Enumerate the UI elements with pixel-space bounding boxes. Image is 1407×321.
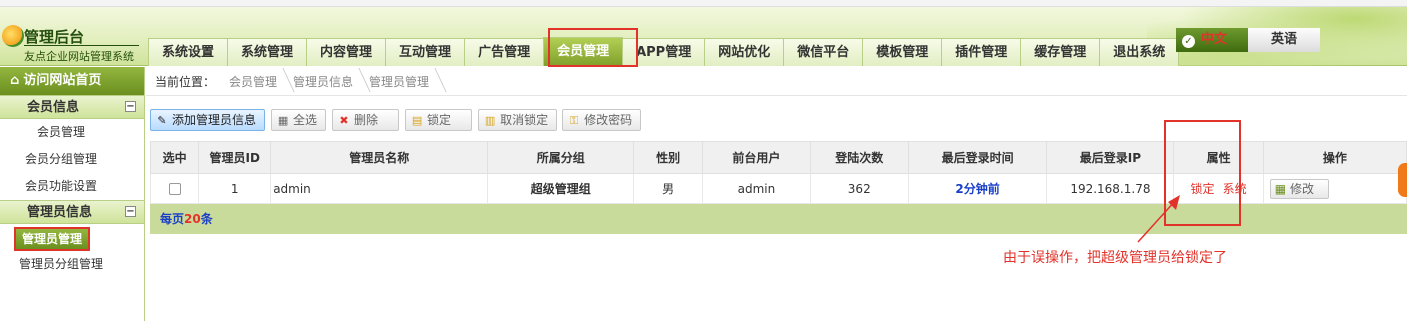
app-header: 管理后台 友点企业网站管理系统 系统设置 系统管理 内容管理 互动管理 广告管理 会员管理… xyxy=(0,7,1407,66)
sidebar-item-admin-group[interactable]: 管理员分组管理 xyxy=(0,251,144,278)
cell-gender: 男 xyxy=(633,173,704,204)
delete-icon: ✖ xyxy=(339,114,349,127)
column-header: 选中 xyxy=(149,141,200,174)
edit-icon: ▦ xyxy=(1274,181,1287,196)
browser-bookmark-bar xyxy=(0,0,1407,7)
main-nav: 系统设置 系统管理 内容管理 互动管理 广告管理 会员管理 APP管理 网站优化 微信平台 模板管… xyxy=(148,37,1180,66)
column-header: 最后登录时间 xyxy=(907,141,1048,174)
lock-button[interactable]: ▤ 锁定 xyxy=(405,109,473,131)
lang-cn-button[interactable]: ✓ 中文 xyxy=(1176,28,1248,52)
nav-highlight-box xyxy=(548,28,638,67)
annotation-text: 由于误操作，把超级管理员给锁定了 xyxy=(1003,250,1227,266)
edit-button[interactable]: ▦ 修改 xyxy=(1269,178,1330,199)
sidebar-item-label: 管理员管理 xyxy=(14,227,91,251)
pager-prefix: 每页 xyxy=(160,212,185,226)
nav-tab[interactable]: 系统设置 xyxy=(148,38,229,66)
home-icon: ⌂ xyxy=(10,73,20,88)
toolbar: ✎ 添加管理员信息 ▦ 全选 ✖ 删除 ▤ 锁定 ▥ 取消锁定 ⚿ 修改密码 xyxy=(150,109,646,131)
change-password-label: 修改密码 xyxy=(584,113,633,127)
lang-cn-label: 中文 xyxy=(1201,32,1228,47)
cell-name: admin xyxy=(270,173,489,204)
breadcrumb-item[interactable]: 管理员管理 xyxy=(365,73,441,90)
section-title: 会员信息 xyxy=(27,100,80,115)
column-header: 管理员ID xyxy=(198,141,272,174)
pager-suffix: 条 xyxy=(200,212,213,226)
sidebar-item-member-group[interactable]: 会员分组管理 xyxy=(0,146,144,173)
nav-tab[interactable]: 内容管理 xyxy=(306,38,387,66)
breadcrumb: 当前位置： 会员管理 管理员信息 管理员管理 xyxy=(146,67,1407,96)
sidebar-section-member[interactable]: 会员信息 − xyxy=(0,95,144,119)
annotation-arrow-icon xyxy=(1137,195,1180,243)
column-header: 性别 xyxy=(633,141,704,174)
edit-label: 修改 xyxy=(1290,181,1315,196)
sidebar-item-admin-manage[interactable]: 管理员管理 xyxy=(0,224,144,251)
section-title: 管理员信息 xyxy=(27,205,93,220)
floating-help-button[interactable] xyxy=(1398,163,1407,197)
logo-divider xyxy=(24,45,139,46)
delete-label: 删除 xyxy=(354,113,379,127)
select-all-label: 全选 xyxy=(293,113,318,127)
nav-tab[interactable]: 微信平台 xyxy=(783,38,864,66)
column-header: 最后登录IP xyxy=(1046,141,1175,174)
sidebar-item-member-settings[interactable]: 会员功能设置 xyxy=(0,173,144,200)
cell-login-count: 362 xyxy=(809,173,909,204)
select-all-button[interactable]: ▦ 全选 xyxy=(271,109,327,131)
nav-tab[interactable]: 退出系统 xyxy=(1099,38,1180,66)
visit-site-link[interactable]: ⌂ 访问网站首页 xyxy=(0,67,144,95)
nav-tab[interactable]: 系统管理 xyxy=(227,38,308,66)
breadcrumb-item[interactable]: 会员管理 xyxy=(225,73,289,90)
unlock-button[interactable]: ▥ 取消锁定 xyxy=(478,109,558,131)
cell-actions: ▦ 修改 xyxy=(1262,173,1407,204)
key-icon: ⚿ xyxy=(569,114,579,127)
app-title: 管理后台 xyxy=(24,28,85,46)
add-admin-label: 添加管理员信息 xyxy=(172,113,257,127)
add-user-icon: ✎ xyxy=(157,114,167,127)
nav-tab[interactable]: 模板管理 xyxy=(862,38,943,66)
unlock-icon: ▥ xyxy=(484,114,496,127)
page-size[interactable]: 20 xyxy=(184,212,201,226)
add-admin-button[interactable]: ✎ 添加管理员信息 xyxy=(150,109,266,131)
row-checkbox[interactable] xyxy=(149,173,200,204)
check-icon: ✓ xyxy=(1182,35,1195,48)
breadcrumb-label: 当前位置： xyxy=(155,74,216,89)
logo: 管理后台 友点企业网站管理系统 xyxy=(0,7,145,66)
collapse-icon[interactable]: − xyxy=(125,206,136,217)
column-header: 操作 xyxy=(1262,141,1407,174)
cell-id: 1 xyxy=(198,173,272,204)
delete-button[interactable]: ✖ 删除 xyxy=(332,109,400,131)
lang-en-button[interactable]: 英语 xyxy=(1248,28,1320,52)
nav-tab[interactable]: 广告管理 xyxy=(464,38,545,66)
nav-tab[interactable]: 插件管理 xyxy=(941,38,1022,66)
unlock-label: 取消锁定 xyxy=(500,113,549,127)
logo-icon xyxy=(2,25,24,47)
change-password-button[interactable]: ⚿ 修改密码 xyxy=(562,109,642,131)
lock-label: 锁定 xyxy=(427,113,452,127)
breadcrumb-item[interactable]: 管理员信息 xyxy=(289,73,365,90)
visit-site-label: 访问网站首页 xyxy=(23,73,102,88)
column-header: 所属分组 xyxy=(487,141,635,174)
nav-tab[interactable]: 网站优化 xyxy=(704,38,785,66)
sidebar: ⌂ 访问网站首页 会员信息 − 会员管理 会员分组管理 会员功能设置 管理员信息 − … xyxy=(0,67,145,321)
nav-tab[interactable]: 缓存管理 xyxy=(1020,38,1101,66)
collapse-icon[interactable]: − xyxy=(125,101,136,112)
lock-icon: ▤ xyxy=(411,114,423,127)
sidebar-section-admin[interactable]: 管理员信息 − xyxy=(0,200,144,224)
cell-last-login: 2分钟前 xyxy=(907,173,1048,204)
sidebar-item-member-manage[interactable]: 会员管理 xyxy=(0,119,144,146)
app-subtitle: 友点企业网站管理系统 xyxy=(24,50,134,63)
select-all-icon: ▦ xyxy=(277,114,289,127)
cell-group: 超级管理组 xyxy=(487,173,635,204)
cell-front-user: admin xyxy=(702,173,811,204)
checkbox[interactable] xyxy=(168,183,181,195)
column-header: 登陆次数 xyxy=(809,141,909,174)
column-header: 前台用户 xyxy=(702,141,811,174)
nav-tab[interactable]: 互动管理 xyxy=(385,38,466,66)
column-header: 管理员名称 xyxy=(270,141,489,174)
language-switcher: ✓ 中文 英语 xyxy=(1176,28,1320,52)
